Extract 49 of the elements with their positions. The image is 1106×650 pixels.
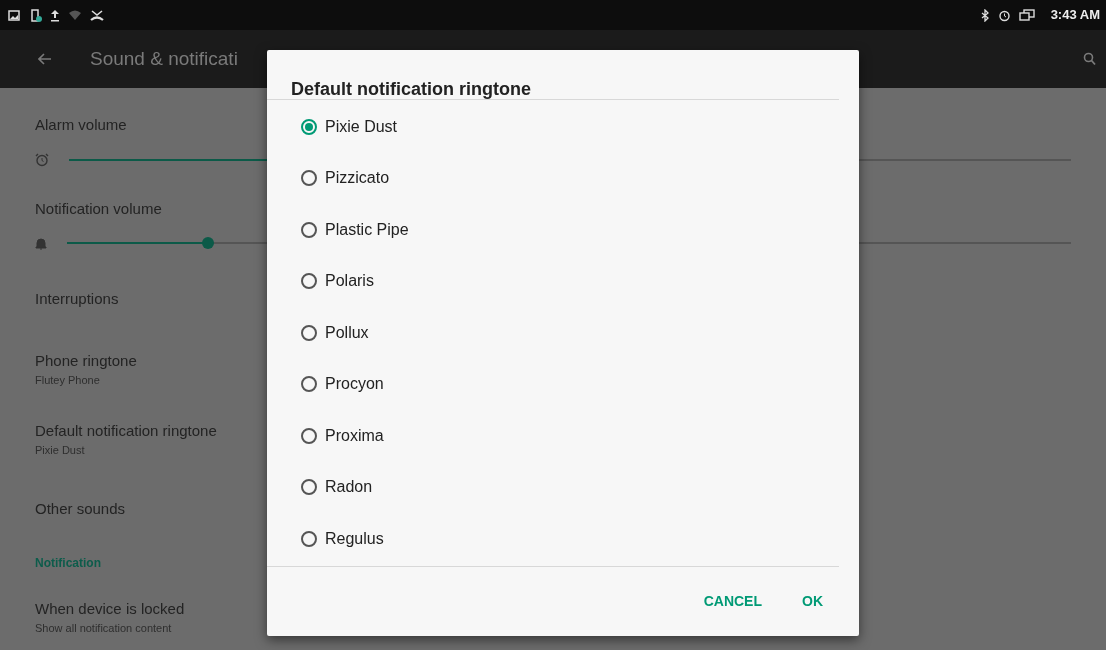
option-label: Procyon — [325, 374, 384, 395]
radio-button[interactable] — [301, 118, 317, 135]
dialog-title: Default notification ringtone — [267, 50, 839, 100]
setting-summary: Pixie Dust — [35, 443, 85, 458]
option-label: Pollux — [325, 322, 369, 343]
upload-icon — [50, 8, 60, 22]
option-label: Plastic Pipe — [325, 219, 409, 240]
radio-button[interactable] — [301, 427, 317, 444]
ringtone-option[interactable]: Proxima — [267, 410, 839, 462]
image-icon — [8, 9, 20, 21]
ringtone-option[interactable]: Procyon — [267, 358, 839, 410]
option-label: Pixie Dust — [325, 116, 398, 137]
wifi-icon — [68, 9, 82, 21]
alarm-icon — [997, 8, 1011, 22]
ringtone-option[interactable]: Radon — [267, 461, 839, 513]
search-icon[interactable] — [1083, 52, 1096, 66]
ringtone-option[interactable]: Pizzicato — [267, 152, 839, 204]
ringtone-option[interactable]: Pollux — [267, 307, 839, 359]
ringtone-option[interactable]: Regulus — [267, 513, 839, 565]
radio-button[interactable] — [301, 170, 317, 187]
back-arrow-icon[interactable] — [38, 53, 52, 65]
setting-summary: Show all notification content — [35, 621, 172, 636]
radio-button[interactable] — [301, 376, 317, 393]
ringtone-option[interactable]: Plastic Pipe — [267, 204, 839, 256]
option-label: Proxima — [325, 425, 384, 446]
alarm-clock-icon — [35, 152, 49, 167]
slider-thumb[interactable] — [201, 237, 214, 249]
clock-time: 3:43 AM — [1050, 6, 1100, 25]
screen-title: Sound & notificati — [90, 46, 238, 71]
radio-button[interactable] — [301, 273, 317, 290]
section-header: Notification — [35, 555, 101, 572]
radio-button[interactable] — [301, 221, 317, 238]
radio-button[interactable] — [301, 324, 317, 341]
radio-button[interactable] — [301, 479, 317, 496]
setting-label: Notification volume — [35, 199, 162, 219]
option-label: Regulus — [325, 528, 384, 549]
ringtone-option[interactable]: Polaris — [267, 255, 839, 307]
bluetooth-icon — [980, 8, 990, 22]
option-label: Pizzicato — [325, 168, 390, 189]
bell-icon — [35, 236, 47, 250]
setting-summary: Flutey Phone — [35, 373, 100, 388]
option-label: Polaris — [325, 271, 374, 292]
phone-icon — [28, 8, 42, 22]
missed-call-icon — [90, 8, 104, 22]
ringtone-option[interactable]: Pixie Dust — [267, 101, 839, 153]
screens-icon — [1018, 8, 1035, 22]
setting-label: Alarm volume — [35, 115, 127, 135]
option-label: Radon — [325, 477, 373, 498]
radio-button[interactable] — [301, 530, 317, 547]
